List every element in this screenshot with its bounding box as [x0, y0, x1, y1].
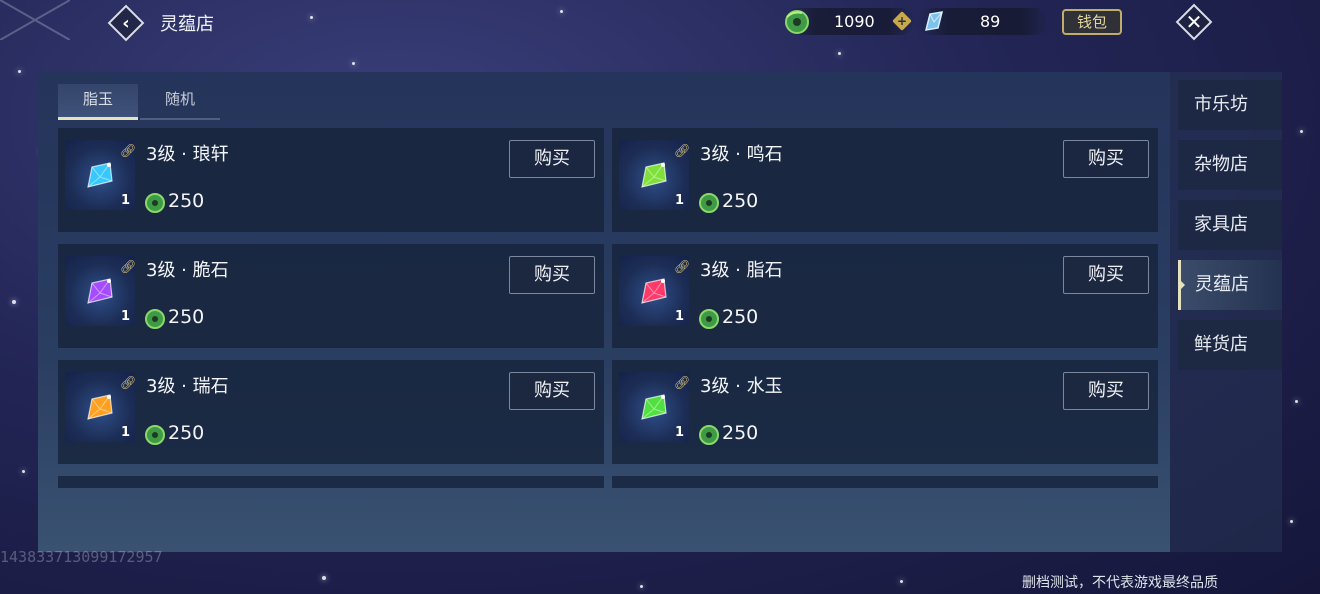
chevron-left-icon: ‹ [122, 12, 130, 34]
bound-link-icon: 🔗︎ [674, 144, 691, 159]
tab-random[interactable]: 随机 [140, 84, 220, 120]
nav-item-label: 家具店 [1194, 214, 1248, 235]
nav-item-label: 市乐坊 [1194, 94, 1248, 115]
shop-item-card[interactable]: 1 🔗︎ 3级 · 水玉 250 购买 [612, 360, 1158, 464]
shop-item-card-partial[interactable] [612, 476, 1158, 488]
bound-link-icon: 🔗︎ [674, 376, 691, 391]
page-title: 灵蕴店 [160, 14, 214, 35]
jade-coin-icon [785, 10, 809, 34]
crystal-amount: 89 [980, 12, 1001, 31]
tab-zhiyu[interactable]: 脂玉 [58, 84, 138, 120]
shop-item-card[interactable]: 1 🔗︎ 3级 · 鸣石 250 购买 [612, 128, 1158, 232]
gem-icon [641, 278, 667, 304]
item-quantity: 1 [120, 309, 130, 324]
crystal-icon [924, 11, 944, 31]
wallet-button[interactable]: 钱包 [1062, 9, 1122, 35]
item-name: 3级 · 鸣石 [700, 144, 783, 165]
top-bar: ‹ 灵蕴店 1090 + 89 钱包 ✕ [0, 0, 1320, 44]
bound-link-icon: 🔗︎ [120, 144, 137, 159]
jade-currency: 1090 + [784, 8, 914, 35]
gem-icon [87, 394, 113, 420]
nav-item-label: 鲜货店 [1194, 334, 1248, 355]
item-name: 3级 · 脂石 [700, 260, 783, 281]
gem-icon [641, 162, 667, 188]
item-price: 250 [722, 422, 759, 444]
shop-panel: 脂玉 随机 1 🔗︎ 3级 · 琅轩 250 购买 1 🔗︎ 3级 · 鸣石 250 购买 1 🔗︎ 3… [38, 72, 1170, 552]
nav-item-shop[interactable]: 杂物店 [1178, 140, 1282, 190]
item-price: 250 [168, 306, 205, 328]
item-quantity: 1 [120, 425, 130, 440]
buy-button[interactable]: 购买 [1063, 140, 1149, 178]
gem-icon [87, 278, 113, 304]
item-name: 3级 · 脆石 [146, 260, 229, 281]
item-name: 3级 · 瑞石 [146, 376, 229, 397]
player-uid: 143833713099172957 [0, 548, 163, 566]
item-price: 250 [722, 306, 759, 328]
nav-item-label: 杂物店 [1194, 154, 1248, 175]
item-price: 250 [722, 190, 759, 212]
crystal-currency: 89 [918, 8, 1048, 35]
nav-item-shop[interactable]: 鲜货店 [1178, 320, 1282, 370]
shop-item-card[interactable]: 1 🔗︎ 3级 · 脆石 250 购买 [58, 244, 604, 348]
gem-icon [641, 394, 667, 420]
nav-item-shop[interactable]: 家具店 [1178, 200, 1282, 250]
buy-button[interactable]: 购买 [509, 140, 595, 178]
buy-button[interactable]: 购买 [1063, 372, 1149, 410]
close-button[interactable]: ✕ [1172, 0, 1216, 44]
bound-link-icon: 🔗︎ [120, 260, 137, 275]
back-button[interactable]: ‹ [106, 3, 146, 43]
test-disclaimer: 删档测试，不代表游戏最终品质 [1022, 575, 1218, 591]
buy-button[interactable]: 购买 [1063, 256, 1149, 294]
item-grid: 1 🔗︎ 3级 · 琅轩 250 购买 1 🔗︎ 3级 · 鸣石 250 购买 1 🔗︎ 3级 · 脆石… [58, 128, 1158, 488]
jade-coin-icon [145, 425, 165, 445]
item-quantity: 1 [674, 193, 684, 208]
jade-coin-icon [699, 193, 719, 213]
shop-item-card-partial[interactable] [58, 476, 604, 488]
item-name: 3级 · 水玉 [700, 376, 783, 397]
shop-item-card[interactable]: 1 🔗︎ 3级 · 瑞石 250 购买 [58, 360, 604, 464]
jade-amount: 1090 [834, 12, 875, 31]
buy-button[interactable]: 购买 [509, 372, 595, 410]
jade-coin-icon [699, 309, 719, 329]
nav-item-shop[interactable]: 灵蕴店 [1178, 260, 1282, 310]
buy-button[interactable]: 购买 [509, 256, 595, 294]
item-quantity: 1 [674, 425, 684, 440]
item-quantity: 1 [120, 193, 130, 208]
shop-item-card[interactable]: 1 🔗︎ 3级 · 琅轩 250 购买 [58, 128, 604, 232]
jade-coin-icon [145, 193, 165, 213]
close-icon: ✕ [1185, 10, 1203, 34]
jade-coin-icon [699, 425, 719, 445]
jade-coin-icon [145, 309, 165, 329]
bound-link-icon: 🔗︎ [674, 260, 691, 275]
gem-icon [87, 162, 113, 188]
item-quantity: 1 [674, 309, 684, 324]
bound-link-icon: 🔗︎ [120, 376, 137, 391]
corner-ornament [0, 0, 70, 40]
nav-item-shop[interactable]: 市乐坊 [1178, 80, 1282, 130]
shop-item-card[interactable]: 1 🔗︎ 3级 · 脂石 250 购买 [612, 244, 1158, 348]
item-price: 250 [168, 190, 205, 212]
nav-item-label: 灵蕴店 [1195, 274, 1249, 295]
plus-icon[interactable]: + [892, 11, 912, 31]
active-indicator-icon [1180, 280, 1185, 290]
item-price: 250 [168, 422, 205, 444]
item-name: 3级 · 琅轩 [146, 144, 229, 165]
